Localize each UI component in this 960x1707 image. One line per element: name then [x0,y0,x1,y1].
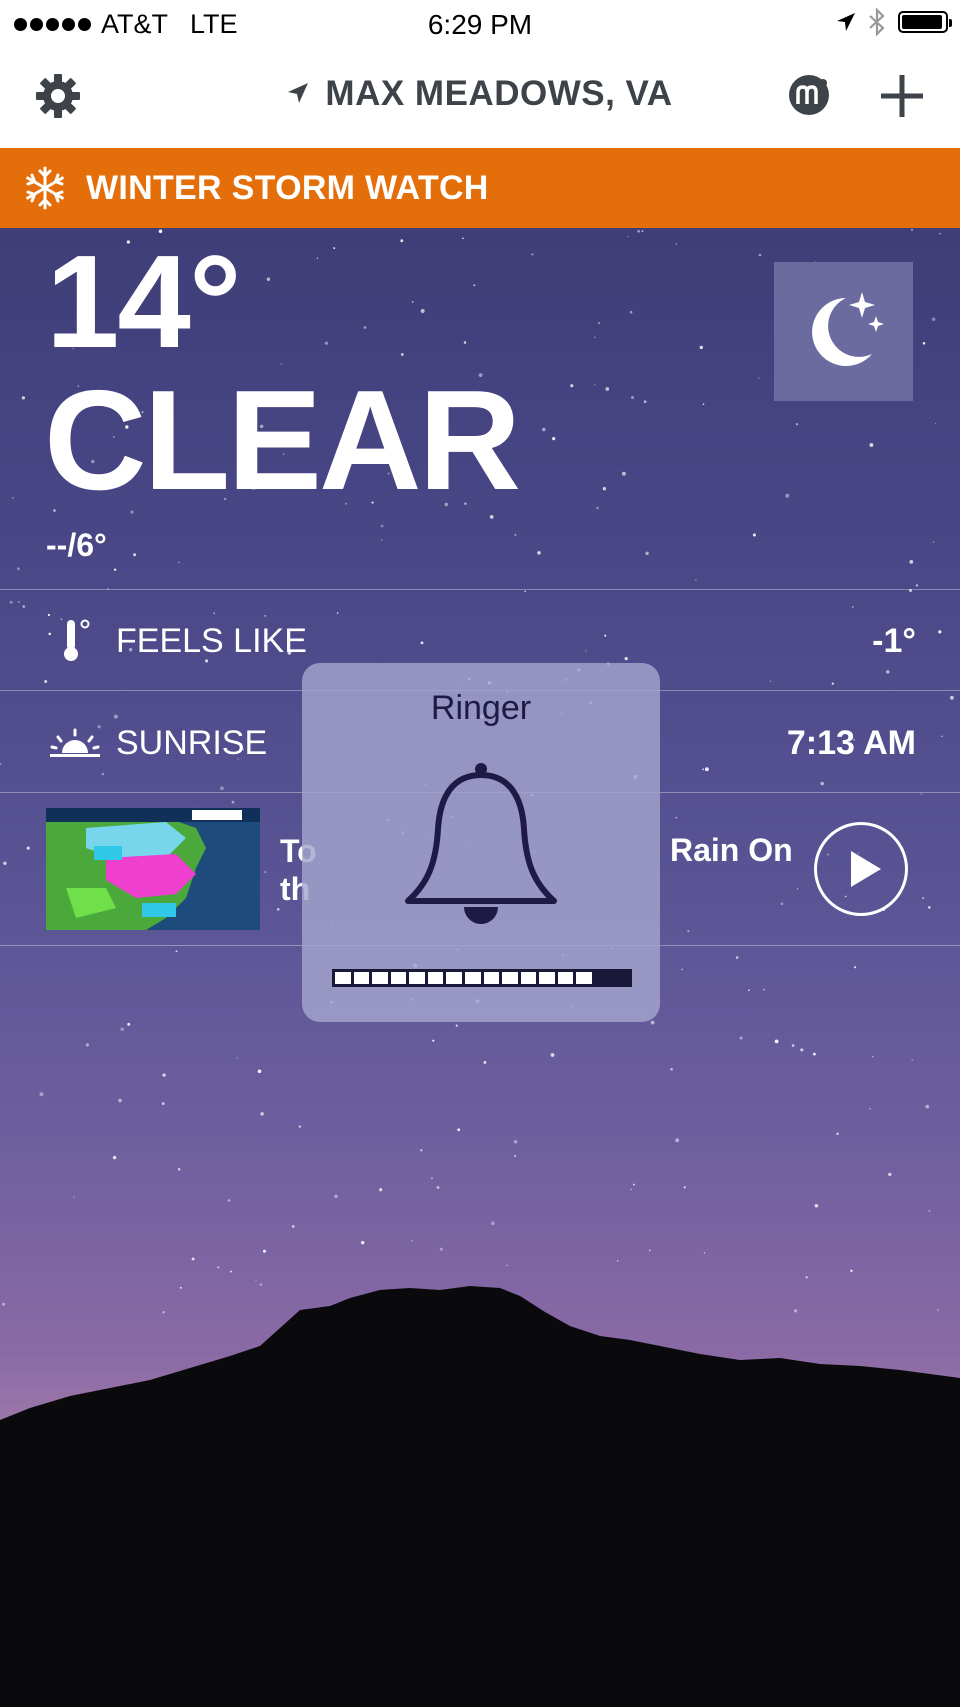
video-title-visible-end: Rain On [670,832,793,868]
ringer-title: Ringer [430,689,532,727]
location-name: MAX MEADOWS, VA [325,74,673,113]
status-time: 6:29 PM [427,9,533,40]
volume-segment [613,972,629,984]
hi-lo-temperature: --/6° [46,527,107,563]
volume-segment [557,972,574,984]
play-button[interactable] [814,822,908,916]
volume-segment [446,972,462,984]
volume-segment [427,972,444,984]
location-services-icon [837,13,855,31]
volume-segment [335,972,351,984]
volume-segment [520,972,537,984]
current-condition: CLEAR [44,361,521,520]
sunrise-icon [50,728,100,757]
volume-segment [464,972,481,984]
storm-map-image [46,808,260,930]
alert-label: WINTER STORM WATCH [86,168,489,207]
thermometer-icon [64,619,90,661]
volume-segment [353,972,370,984]
status-bar: AT&T LTE 6:29 PM [0,0,960,48]
mi-logo-icon[interactable] [786,72,832,118]
video-thumbnail[interactable] [46,808,260,930]
nav-bar: MAX MEADOWS, VA [0,48,960,148]
play-icon [851,851,881,887]
bell-icon [405,763,557,924]
volume-segment [576,972,592,984]
volume-segment [409,972,425,984]
plus-icon[interactable] [878,72,926,120]
moon-stars-icon [812,292,884,366]
status-right [836,8,952,36]
snowflake-icon [26,166,64,210]
ringer-volume-bar [332,969,632,987]
volume-segment [483,972,500,984]
condition-tile[interactable] [774,262,913,401]
winter-storm-alert[interactable]: WINTER STORM WATCH [0,148,960,228]
sunrise-label: SUNRISE [116,724,268,762]
current-temperature: 14° [46,228,242,375]
volume-segment [372,972,388,984]
volume-segment [595,972,611,984]
divider [0,589,960,590]
feels-like-label: FEELS LIKE [116,622,307,660]
location-arrow-icon [288,82,309,103]
feels-like-value: -1° [872,622,916,660]
ringer-volume-hud: Ringer [302,663,660,1022]
volume-segment [539,972,555,984]
bluetooth-icon [869,8,885,36]
battery-icon [898,11,952,33]
sunrise-value: 7:13 AM [786,724,916,762]
volume-segment [390,972,407,984]
volume-segment [502,972,518,984]
